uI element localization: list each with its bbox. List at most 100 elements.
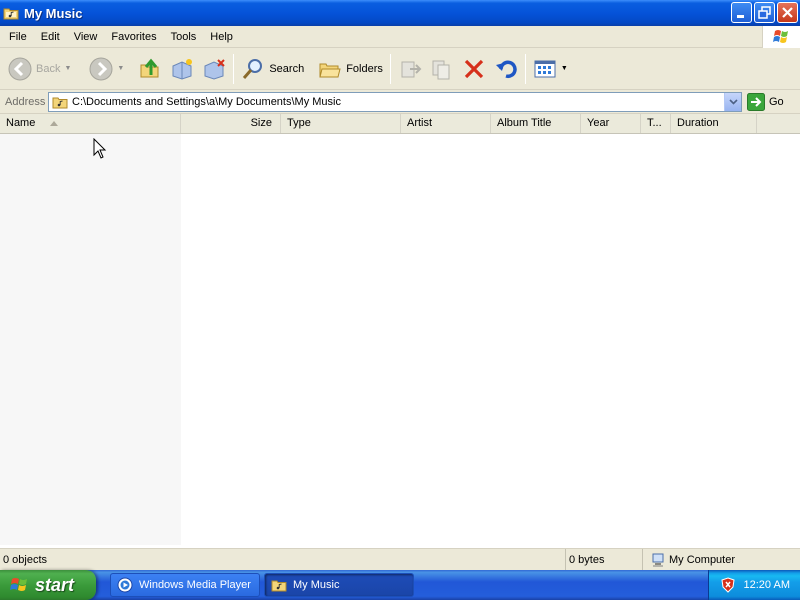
- file-list[interactable]: [0, 134, 800, 547]
- go-button[interactable]: Go: [747, 92, 784, 111]
- back-label: Back: [36, 62, 61, 75]
- folder-music-icon: [3, 6, 19, 20]
- move-to-button[interactable]: [394, 52, 426, 86]
- taskbar-item-my-music[interactable]: My Music: [264, 573, 414, 597]
- go-label: Go: [769, 95, 784, 108]
- copy-to-icon: [432, 60, 450, 79]
- minimize-icon: [737, 15, 744, 18]
- windows-flag-icon: [10, 578, 27, 591]
- minimize-button[interactable]: [731, 2, 752, 23]
- windows-logo-icon: [762, 26, 800, 48]
- column-header-bar: Name Size Type Artist Album Title Year T…: [0, 114, 800, 134]
- status-bar: 0 objects 0 bytes My Computer: [0, 548, 800, 571]
- copy-to-button[interactable]: [426, 52, 458, 86]
- undo-icon: [495, 60, 517, 78]
- close-button[interactable]: [777, 2, 798, 23]
- new-folder-button[interactable]: [166, 52, 198, 86]
- column-header-label: Duration: [677, 117, 719, 129]
- column-header-duration[interactable]: Duration: [671, 114, 757, 133]
- toolbar: Back ▼ ▼ Search Folders ▼: [0, 48, 800, 90]
- views-icon: [534, 60, 556, 77]
- column-header-label: Type: [287, 117, 311, 129]
- folder-music-icon: [52, 97, 68, 108]
- delete-x-icon: [464, 59, 484, 78]
- taskbar-item-windows-media-player[interactable]: Windows Media Player: [110, 573, 260, 597]
- security-shield-icon[interactable]: [720, 577, 736, 593]
- status-location-label: My Computer: [669, 553, 736, 566]
- delete-button[interactable]: [458, 52, 490, 86]
- clock[interactable]: 12:20 AM: [744, 579, 790, 591]
- restore-button[interactable]: [754, 2, 775, 23]
- column-header-label: Year: [587, 117, 610, 129]
- restore-icon: [758, 6, 771, 19]
- taskbar-item-label: Windows Media Player: [139, 579, 251, 591]
- window-title: My Music: [24, 5, 83, 21]
- toolbar-separator: [524, 53, 526, 84]
- folder-x-icon: [204, 58, 226, 80]
- title-bar[interactable]: My Music: [0, 0, 800, 26]
- column-header-label: Artist: [407, 117, 433, 129]
- menu-file[interactable]: File: [0, 26, 34, 48]
- column-header-label: Size: [250, 117, 272, 129]
- column-header-label: Name: [6, 117, 36, 129]
- move-to-icon: [401, 61, 422, 77]
- column-header-label: Album Title: [497, 117, 552, 129]
- column-header-size[interactable]: Size: [181, 114, 281, 133]
- address-label: Address: [5, 95, 46, 108]
- menu-tools[interactable]: Tools: [164, 26, 204, 48]
- go-arrow-icon: [747, 92, 765, 111]
- my-computer-icon: [652, 553, 664, 567]
- taskbar-item-label: My Music: [293, 579, 340, 591]
- back-dropdown-icon[interactable]: ▼: [64, 65, 71, 72]
- column-header-name[interactable]: Name: [0, 114, 181, 133]
- forward-dropdown-icon[interactable]: ▼: [117, 65, 124, 72]
- address-value[interactable]: C:\Documents and Settings\a\My Documents…: [72, 96, 341, 108]
- column-header-type[interactable]: Type: [281, 114, 401, 133]
- column-header-artist[interactable]: Artist: [401, 114, 491, 133]
- mouse-cursor-icon: [93, 138, 107, 159]
- chevron-down-icon: [728, 98, 738, 105]
- back-button[interactable]: Back ▼: [4, 52, 75, 86]
- media-player-icon: [117, 577, 133, 593]
- up-folder-button[interactable]: [134, 52, 166, 86]
- toolbar-separator: [389, 53, 391, 84]
- sort-ascending-icon: [50, 121, 58, 126]
- menu-edit[interactable]: Edit: [34, 26, 67, 48]
- toolbar-separator: [233, 53, 235, 84]
- menu-view[interactable]: View: [67, 26, 105, 48]
- back-arrow-icon: [8, 57, 32, 80]
- sorted-column-shade: [0, 134, 181, 545]
- status-location: My Computer: [643, 549, 800, 571]
- column-header-track[interactable]: T...: [641, 114, 671, 133]
- delete-folder-button[interactable]: [198, 52, 230, 86]
- column-header-label: T...: [647, 117, 662, 129]
- menu-help[interactable]: Help: [203, 26, 240, 48]
- folders-label: Folders: [346, 62, 383, 75]
- new-folder-icon: [172, 58, 193, 80]
- forward-arrow-icon: [89, 57, 113, 80]
- menu-favorites[interactable]: Favorites: [104, 26, 163, 48]
- address-dropdown-button[interactable]: [724, 92, 741, 111]
- system-tray: 12:20 AM: [708, 570, 800, 600]
- menu-bar: File Edit View Favorites Tools Help: [0, 26, 800, 48]
- search-button[interactable]: Search: [237, 52, 308, 86]
- status-size: 0 bytes: [566, 548, 643, 571]
- address-field[interactable]: C:\Documents and Settings\a\My Documents…: [48, 91, 742, 112]
- taskbar: start Windows Media Player My Music 12:2…: [0, 570, 800, 600]
- column-header-year[interactable]: Year: [581, 114, 641, 133]
- folders-button[interactable]: Folders: [314, 52, 387, 86]
- address-bar: Address C:\Documents and Settings\a\My D…: [0, 90, 800, 114]
- forward-button[interactable]: ▼: [85, 52, 128, 86]
- folders-icon: [319, 63, 341, 77]
- undo-button[interactable]: [490, 52, 522, 86]
- start-label: start: [35, 574, 75, 595]
- search-icon: [243, 58, 263, 79]
- status-object-count: 0 objects: [0, 548, 566, 571]
- views-dropdown-icon[interactable]: ▼: [561, 65, 568, 72]
- up-folder-icon: [140, 58, 159, 77]
- views-button[interactable]: ▼: [529, 52, 572, 86]
- start-button[interactable]: start: [0, 570, 96, 600]
- column-header-album-title[interactable]: Album Title: [491, 114, 581, 133]
- search-label: Search: [269, 62, 305, 75]
- folder-music-icon: [271, 580, 287, 592]
